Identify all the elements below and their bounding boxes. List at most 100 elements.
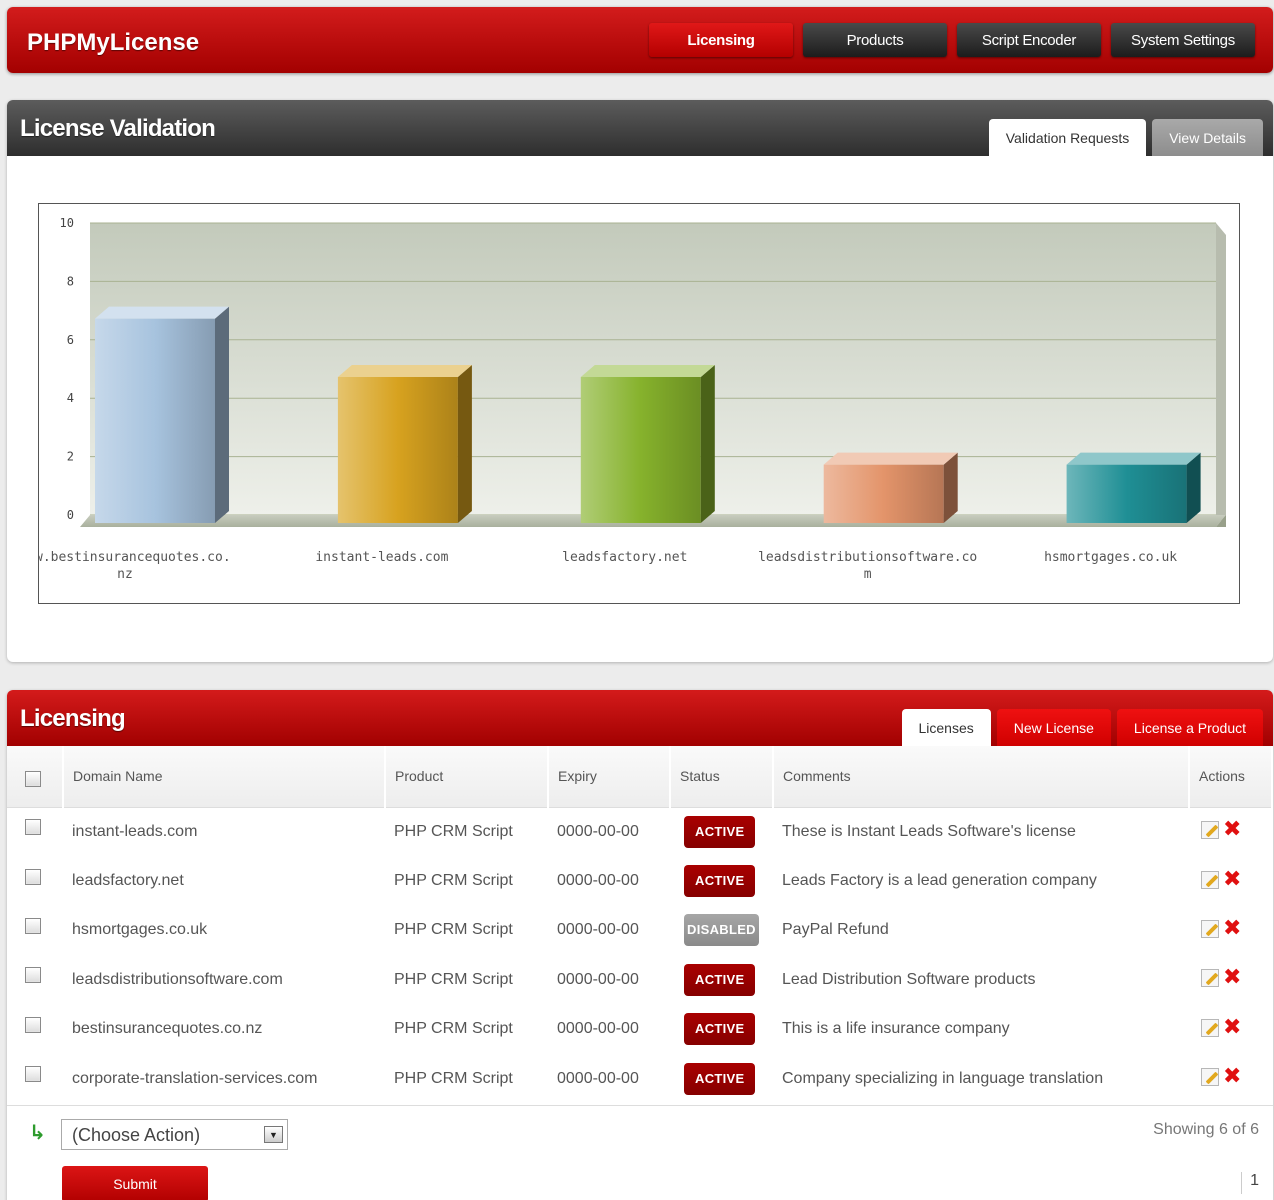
table-header-row: Domain Name Product Expiry Status Commen…: [7, 746, 1273, 808]
column-domain-name[interactable]: Domain Name: [63, 746, 386, 808]
bar-top: [95, 306, 229, 319]
expiry-cell: 0000-00-00: [557, 872, 639, 890]
nav-products[interactable]: Products: [803, 23, 947, 57]
page-number[interactable]: 1: [1250, 1172, 1259, 1189]
product-cell: PHP CRM Script: [394, 872, 513, 890]
row-checkbox[interactable]: [25, 1016, 41, 1033]
actions-cell: ✖: [1189, 906, 1272, 955]
table-row: bestinsurancequotes.co.nz PHP CRM Script 0…: [7, 1005, 1272, 1054]
bulk-action-select[interactable]: (Choose Action) ▼: [61, 1119, 288, 1150]
edit-icon[interactable]: [1201, 1018, 1219, 1037]
y-tick-label: 6: [67, 333, 74, 347]
submit-button[interactable]: Submit: [62, 1166, 208, 1200]
row-select-cell: [7, 906, 63, 955]
domain-cell: leadsdistributionsoftware.com: [72, 970, 283, 988]
edit-icon[interactable]: [1201, 919, 1219, 938]
edit-icon[interactable]: [1201, 1068, 1219, 1087]
edit-icon[interactable]: [1201, 969, 1219, 988]
actions-cell: ✖: [1189, 1005, 1272, 1054]
x-tick-label: instant-leads.com: [315, 550, 448, 565]
select-all-checkbox[interactable]: [25, 770, 41, 787]
row-checkbox[interactable]: [25, 1066, 41, 1083]
status-cell: ACTIVE: [670, 856, 773, 905]
nav-licensing[interactable]: Licensing: [649, 23, 793, 57]
bar-front: [1066, 464, 1187, 523]
row-checkbox[interactable]: [25, 917, 41, 934]
actions-cell: ✖: [1189, 1054, 1272, 1103]
expiry-cell: 0000-00-00: [557, 1020, 639, 1038]
tab-validation-requests[interactable]: Validation Requests: [988, 119, 1147, 156]
column-expiry[interactable]: Expiry: [548, 746, 671, 808]
bar-0: [95, 306, 229, 523]
validation-bar-chart: 0 2 4 6 8 10 www.bestinsurancequotes.co. nz inst…: [38, 203, 1240, 604]
licensing-tabs: Licenses New License License a Product: [901, 709, 1263, 746]
edit-icon[interactable]: [1201, 870, 1219, 889]
panel-title: Licensing: [20, 705, 126, 732]
table-row: instant-leads.com PHP CRM Script 0000-00-0…: [7, 807, 1272, 856]
status-badge: ACTIVE: [684, 865, 756, 898]
showing-count: Showing 6 of 6: [1153, 1121, 1259, 1138]
status-badge: DISABLED: [684, 914, 759, 947]
comment-cell: These is Instant Leads Software's licens…: [782, 822, 1076, 840]
brand-logo[interactable]: PHPMyLicense: [27, 29, 199, 57]
tab-licenses[interactable]: Licenses: [901, 709, 991, 746]
delete-icon[interactable]: ✖: [1223, 819, 1241, 841]
actions-cell: ✖: [1189, 955, 1272, 1004]
status-badge: ACTIVE: [684, 1062, 756, 1095]
delete-icon[interactable]: ✖: [1223, 917, 1241, 940]
bulk-arrow-icon: ↳: [29, 1120, 46, 1144]
table-row: leadsdistributionsoftware.com PHP CRM Scr…: [7, 955, 1272, 1004]
delete-icon[interactable]: ✖: [1223, 967, 1241, 989]
pagination: 1: [1241, 1172, 1259, 1194]
table-row: corporate-translation-services.com PHP CR…: [7, 1054, 1272, 1103]
bar-2: [580, 365, 715, 523]
delete-icon[interactable]: ✖: [1223, 1066, 1241, 1088]
bar-3: [823, 452, 958, 523]
chart-side-wall: [1216, 223, 1226, 527]
nav-script-encoder[interactable]: Script Encoder: [957, 23, 1101, 57]
column-actions: Actions: [1189, 746, 1273, 808]
row-select-cell: [7, 1054, 63, 1103]
x-tick-label: m: [864, 567, 872, 582]
domain-cell: corporate-translation-services.com: [72, 1069, 318, 1087]
delete-icon[interactable]: ✖: [1223, 1016, 1241, 1039]
status-badge: ACTIVE: [684, 815, 756, 848]
status-cell: ACTIVE: [670, 807, 773, 856]
comment-cell: PayPal Refund: [782, 921, 889, 939]
y-tick-label: 10: [60, 216, 74, 230]
y-tick-label: 0: [67, 508, 74, 522]
row-select-cell: [7, 955, 63, 1004]
column-comments[interactable]: Comments: [773, 746, 1190, 808]
expiry-cell: 0000-00-00: [557, 921, 639, 939]
bar-front: [580, 377, 701, 523]
expiry-cell: 0000-00-00: [557, 822, 639, 840]
domain-cell: bestinsurancequotes.co.nz: [72, 1020, 263, 1038]
product-cell: PHP CRM Script: [394, 970, 513, 988]
row-checkbox[interactable]: [25, 819, 41, 836]
delete-icon[interactable]: ✖: [1223, 868, 1241, 891]
nav-system-settings[interactable]: System Settings: [1111, 23, 1255, 57]
bar-front: [95, 318, 215, 523]
bar-front: [337, 377, 458, 523]
bulk-action-value: (Choose Action): [72, 1125, 201, 1145]
actions-cell: ✖: [1189, 807, 1272, 856]
row-checkbox[interactable]: [25, 967, 41, 984]
status-cell: ACTIVE: [670, 955, 773, 1004]
tab-view-details[interactable]: View Details: [1152, 119, 1263, 156]
row-checkbox[interactable]: [25, 868, 41, 885]
edit-icon[interactable]: [1201, 821, 1219, 840]
y-tick-label: 4: [67, 391, 74, 405]
licensing-panel: Licensing Licenses New License License a…: [7, 690, 1273, 1200]
bar-side: [943, 452, 958, 523]
tab-license-a-product[interactable]: License a Product: [1116, 709, 1263, 746]
bar-side: [457, 365, 472, 523]
product-cell: PHP CRM Script: [394, 921, 513, 939]
column-product[interactable]: Product: [385, 746, 549, 808]
tab-new-license[interactable]: New License: [996, 709, 1111, 746]
bar-top: [823, 452, 958, 465]
bar-side: [1186, 452, 1201, 523]
column-status[interactable]: Status: [670, 746, 774, 808]
table-divider: [7, 1105, 1273, 1106]
comment-cell: Company specializing in language transla…: [782, 1069, 1104, 1087]
comment-cell: Lead Distribution Software products: [782, 970, 1036, 988]
